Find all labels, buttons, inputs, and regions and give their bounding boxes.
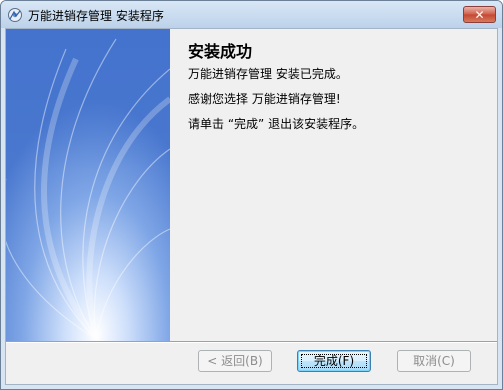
installer-app-icon: [8, 8, 22, 22]
installer-window: 万能进销存管理 安装程序 ✕ 安装成功 万能进销存管理 安装已完成。 感谢您选择…: [0, 0, 503, 390]
complete-message: 万能进销存管理 安装已完成。: [188, 67, 348, 81]
wizard-sidebar-image: [6, 29, 170, 341]
button-bar-divider-highlight: [6, 342, 497, 343]
close-button[interactable]: ✕: [463, 6, 496, 23]
sidebar-swirl-graphic: [6, 29, 170, 341]
content-panel: 安装成功 万能进销存管理 安装已完成。 感谢您选择 万能进销存管理! 请单击 “…: [170, 29, 497, 341]
thanks-message: 感谢您选择 万能进销存管理!: [188, 92, 341, 106]
exit-instruction: 请单击 “完成” 退出该安装程序。: [188, 117, 365, 131]
title-bar[interactable]: 万能进销存管理 安装程序 ✕: [1, 1, 502, 28]
back-button[interactable]: < 返回(B): [198, 350, 272, 372]
window-title: 万能进销存管理 安装程序: [28, 9, 164, 23]
close-icon: ✕: [474, 8, 485, 22]
page-heading: 安装成功: [188, 42, 253, 61]
cancel-button[interactable]: 取消(C): [397, 350, 471, 372]
finish-button[interactable]: 完成(F): [297, 350, 371, 372]
focus-rectangle: [301, 354, 367, 368]
client-area: 安装成功 万能进销存管理 安装已完成。 感谢您选择 万能进销存管理! 请单击 “…: [5, 28, 498, 385]
